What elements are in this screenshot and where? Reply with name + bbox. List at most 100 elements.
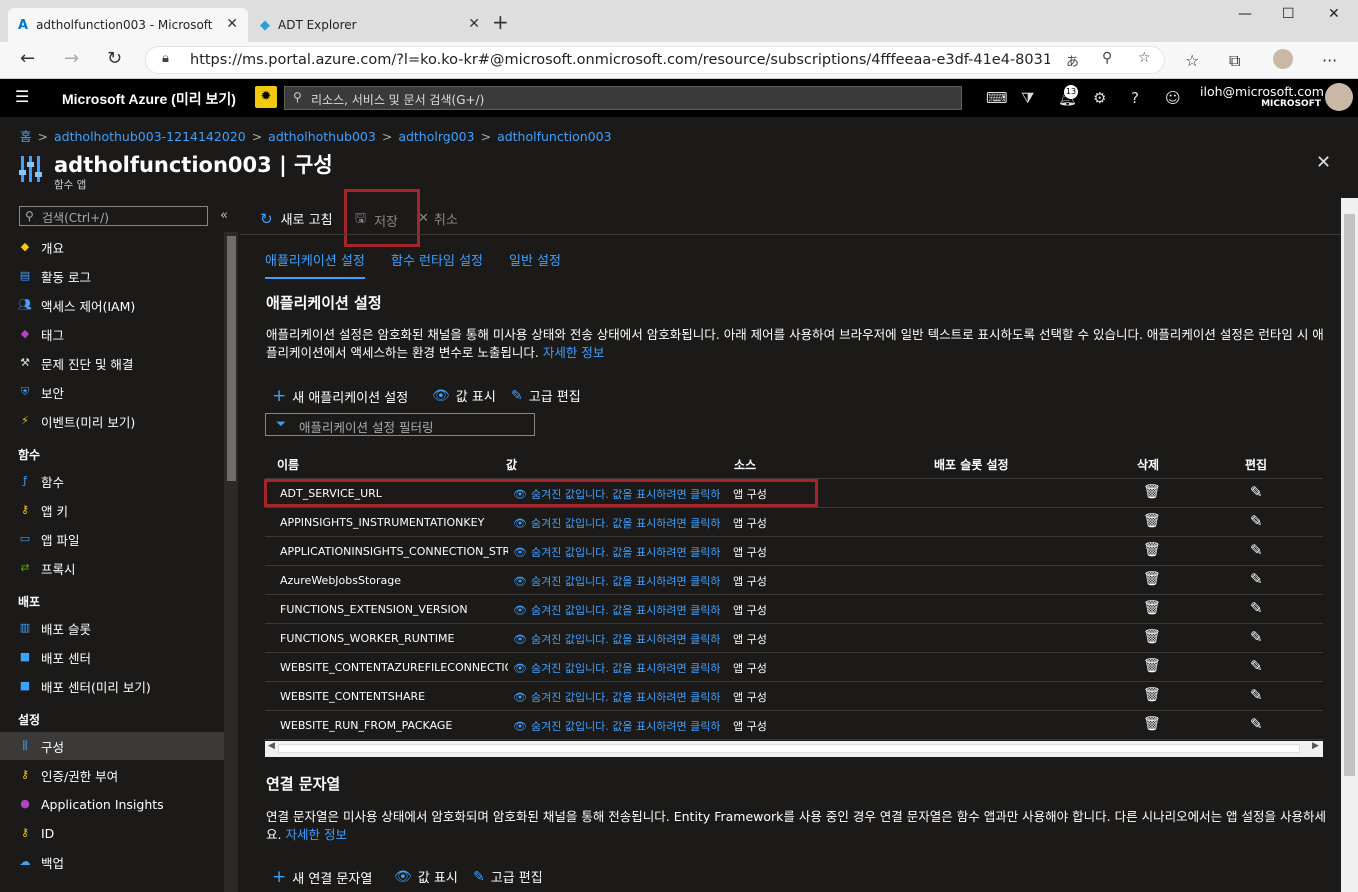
hamburger-menu-icon[interactable]: ☰: [15, 87, 29, 106]
trash-icon[interactable]: 🗑︎: [1143, 629, 1161, 645]
close-icon[interactable]: ✕: [468, 16, 480, 32]
hidden-value-link[interactable]: 👁︎ 숨겨진 값입니다. 값을 표시하려면 클릭하: [513, 573, 721, 589]
avatar[interactable]: [1325, 83, 1353, 111]
sidebar-item[interactable]: ◆ 태그: [0, 320, 224, 348]
pencil-icon[interactable]: ✎: [1250, 599, 1263, 617]
sidebar-item[interactable]: ⚡︎ 이벤트(미리 보기): [0, 407, 224, 435]
refresh-button[interactable]: ↻ 새로 고침: [260, 209, 333, 229]
pencil-icon[interactable]: ✎: [1250, 657, 1263, 675]
sidebar-item[interactable]: ⛨ 보안: [0, 378, 224, 406]
sidebar-item[interactable]: ⫼ 구성: [0, 732, 224, 760]
page-scrollbar-thumb[interactable]: [1344, 214, 1355, 776]
browser-tab-azure[interactable]: A adtholfunction003 - Microsoft Az ✕: [8, 8, 248, 42]
favorite-star-icon[interactable]: ☆: [1138, 50, 1151, 66]
breadcrumb-item[interactable]: adtholrg003: [398, 129, 474, 144]
collapse-menu-icon[interactable]: «: [220, 208, 228, 223]
learn-more-link[interactable]: 자세한 정보: [543, 345, 604, 360]
more-icon[interactable]: ···: [1322, 51, 1337, 70]
hidden-value-link[interactable]: 👁︎ 숨겨진 값입니다. 값을 표시하려면 클릭하: [513, 602, 721, 618]
sidebar-item[interactable]: ☁ 백업: [0, 848, 224, 876]
table-scrollbar-thumb[interactable]: [278, 744, 1300, 753]
column-header-source[interactable]: 소스: [734, 456, 756, 473]
breadcrumb-item[interactable]: 홈: [20, 129, 32, 144]
sidebar-item[interactable]: ⚷ ID: [0, 819, 224, 847]
new-connection-string-button[interactable]: + 새 연결 문자열: [272, 867, 372, 887]
pencil-icon[interactable]: ✎: [1250, 483, 1263, 501]
brand-title[interactable]: Microsoft Azure (미리 보기): [62, 89, 236, 109]
hidden-value-link[interactable]: 👁︎ 숨겨진 값입니다. 값을 표시하려면 클릭하: [513, 689, 721, 705]
global-search-input[interactable]: ⚲ 리소스, 서비스 및 문서 검색(G+/): [284, 86, 962, 110]
sidebar-item[interactable]: ■ 배포 센터: [0, 643, 224, 671]
pencil-icon[interactable]: ✎: [1250, 570, 1263, 588]
url-field[interactable]: 🔒︎ https://ms.portal.azure.com/?l=ko.ko-…: [145, 46, 1165, 74]
browser-tab-adt[interactable]: ◆ ADT Explorer ✕: [250, 8, 490, 42]
trash-icon[interactable]: 🗑︎: [1143, 687, 1161, 703]
sidebar-item[interactable]: ⚷ 인증/권한 부여: [0, 761, 224, 789]
menu-search-input[interactable]: ⚲ 검색(Ctrl+/): [19, 206, 208, 226]
collections-icon[interactable]: ⧉: [1229, 51, 1240, 71]
trash-icon[interactable]: 🗑︎: [1143, 658, 1161, 674]
column-header-slot-setting[interactable]: 배포 슬롯 설정: [934, 456, 1009, 473]
hidden-value-link[interactable]: 👁︎ 숨겨진 값입니다. 값을 표시하려면 클릭하: [513, 660, 721, 676]
tab-application-settings[interactable]: 애플리케이션 설정: [265, 250, 365, 279]
pencil-icon[interactable]: ✎: [1250, 686, 1263, 704]
sidebar-item[interactable]: ⚷ 앱 키: [0, 496, 224, 524]
sidebar-item[interactable]: ● Application Insights: [0, 790, 224, 818]
sidebar-item[interactable]: ▥ 배포 슬롯: [0, 614, 224, 642]
preview-bug-icon[interactable]: ✹: [255, 86, 277, 108]
filter-input[interactable]: ⏷ 애플리케이션 설정 필터링: [265, 413, 535, 436]
sidebar-item[interactable]: ⇄ 프록시: [0, 554, 224, 582]
minimize-icon[interactable]: —: [1238, 6, 1252, 22]
close-blade-icon[interactable]: ✕: [1316, 152, 1331, 173]
new-app-setting-button[interactable]: + 새 애플리케이션 설정: [272, 386, 408, 406]
new-tab-icon[interactable]: +: [492, 10, 509, 34]
breadcrumb-item[interactable]: adtholhothub003: [268, 129, 376, 144]
trash-icon[interactable]: 🗑︎: [1143, 484, 1161, 500]
sidebar-item[interactable]: 👥︎ 액세스 제어(IAM): [0, 291, 224, 319]
feedback-smiley-icon[interactable]: ☺: [1165, 89, 1181, 107]
discard-button[interactable]: ✕ 취소: [418, 209, 458, 228]
sidebar-item[interactable]: ◆ 개요: [0, 233, 224, 261]
directory-filter-icon[interactable]: ⧩: [1021, 89, 1034, 107]
show-values-button[interactable]: 👁︎ 값 표시: [432, 386, 496, 406]
zoom-icon[interactable]: ⚲: [1102, 50, 1112, 66]
profile-avatar[interactable]: [1273, 49, 1293, 69]
column-header-value[interactable]: 값: [506, 456, 517, 473]
maximize-icon[interactable]: ☐: [1282, 6, 1295, 22]
learn-more-link[interactable]: 자세한 정보: [285, 827, 346, 842]
trash-icon[interactable]: 🗑︎: [1143, 600, 1161, 616]
hidden-value-link[interactable]: 👁︎ 숨겨진 값입니다. 값을 표시하려면 클릭하: [513, 631, 721, 647]
trash-icon[interactable]: 🗑︎: [1143, 513, 1161, 529]
tab-general-settings[interactable]: 일반 설정: [509, 250, 561, 269]
help-icon[interactable]: ?: [1131, 89, 1139, 107]
hidden-value-link[interactable]: 👁︎ 숨겨진 값입니다. 값을 표시하려면 클릭하: [513, 544, 721, 560]
trash-icon[interactable]: 🗑︎: [1143, 571, 1161, 587]
back-icon[interactable]: ←: [20, 48, 35, 69]
account-info[interactable]: iloh@microsoft.com MICROSOFT: [1200, 84, 1324, 109]
favorites-icon[interactable]: ☆: [1185, 51, 1199, 70]
scroll-right-icon[interactable]: ▶: [1312, 741, 1319, 751]
scroll-left-icon[interactable]: ◀: [268, 741, 275, 751]
sidebar-item[interactable]: ▭ 앱 파일: [0, 525, 224, 553]
cloud-shell-icon[interactable]: ⌨: [986, 89, 1008, 107]
pencil-icon[interactable]: ✎: [1250, 512, 1263, 530]
sidebar-item[interactable]: ■ 배포 센터(미리 보기): [0, 672, 224, 700]
translate-icon[interactable]: あ: [1066, 51, 1079, 70]
show-values-button[interactable]: 👁︎ 값 표시: [394, 867, 458, 887]
reload-icon[interactable]: ↻: [107, 48, 122, 69]
pencil-icon[interactable]: ✎: [1250, 715, 1263, 733]
hidden-value-link[interactable]: 👁︎ 숨겨진 값입니다. 값을 표시하려면 클릭하: [513, 718, 721, 734]
breadcrumb-item[interactable]: adtholhothub003-1214142020: [54, 129, 246, 144]
pencil-icon[interactable]: ✎: [1250, 541, 1263, 559]
breadcrumb-item[interactable]: adtholfunction003: [497, 129, 611, 144]
close-icon[interactable]: ✕: [226, 16, 238, 32]
pencil-icon[interactable]: ✎: [1250, 628, 1263, 646]
tab-function-runtime-settings[interactable]: 함수 런타임 설정: [391, 250, 483, 269]
advanced-edit-button[interactable]: ✎ 고급 편집: [473, 867, 543, 887]
sidebar-item[interactable]: ▤ 활동 로그: [0, 262, 224, 290]
close-window-icon[interactable]: ✕: [1328, 6, 1340, 22]
sidebar-item[interactable]: ƒ 함수: [0, 467, 224, 495]
hidden-value-link[interactable]: 👁︎ 숨겨진 값입니다. 값을 표시하려면 클릭하: [513, 515, 721, 531]
menu-scrollbar-thumb[interactable]: [227, 236, 236, 481]
column-header-name[interactable]: 이름: [277, 456, 299, 473]
